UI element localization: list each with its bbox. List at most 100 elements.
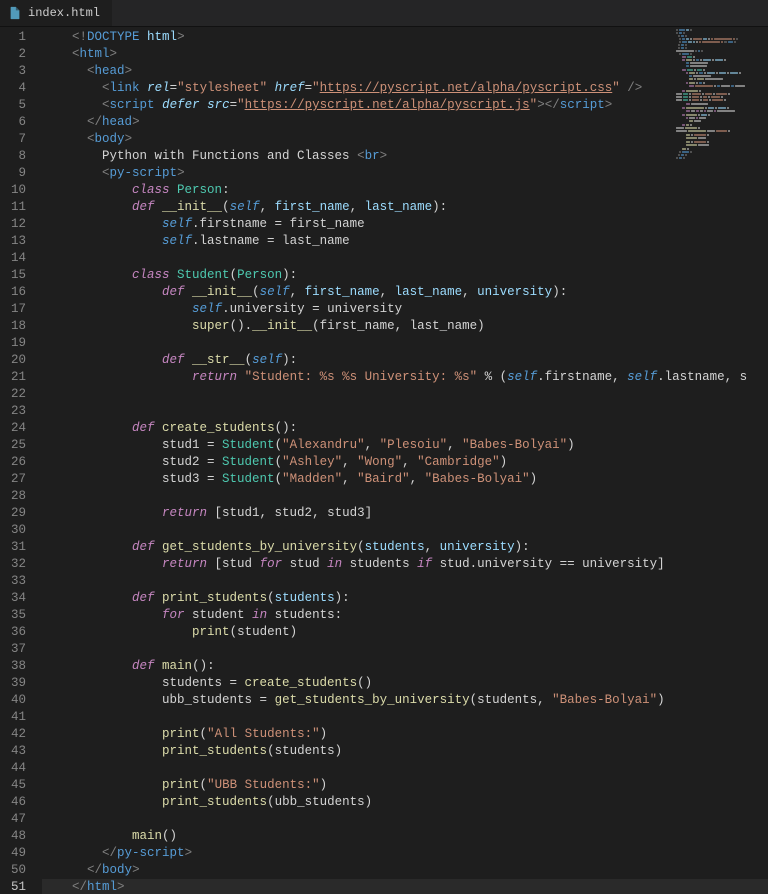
- line-number: 20: [0, 352, 36, 369]
- code-line[interactable]: <link rel="stylesheet" href="https://pys…: [42, 80, 768, 97]
- code-line[interactable]: <body>: [42, 131, 768, 148]
- line-number: 15: [0, 267, 36, 284]
- code-line[interactable]: print_students(students): [42, 743, 768, 760]
- line-number: 26: [0, 454, 36, 471]
- tab-index-html[interactable]: index.html: [0, 0, 112, 26]
- code-line[interactable]: self.lastname = last_name: [42, 233, 768, 250]
- line-number: 36: [0, 624, 36, 641]
- code-line[interactable]: <html>: [42, 46, 768, 63]
- line-number: 4: [0, 80, 36, 97]
- code-line[interactable]: [42, 522, 768, 539]
- line-number: 18: [0, 318, 36, 335]
- line-number: 12: [0, 216, 36, 233]
- code-line[interactable]: print("All Students:"): [42, 726, 768, 743]
- line-number: 45: [0, 777, 36, 794]
- code-line[interactable]: def main():: [42, 658, 768, 675]
- code-line[interactable]: [42, 811, 768, 828]
- code-line[interactable]: <head>: [42, 63, 768, 80]
- code-line[interactable]: </head>: [42, 114, 768, 131]
- code-line[interactable]: class Student(Person):: [42, 267, 768, 284]
- line-number: 39: [0, 675, 36, 692]
- line-number: 38: [0, 658, 36, 675]
- code-line[interactable]: [42, 488, 768, 505]
- line-number: 22: [0, 386, 36, 403]
- line-number: 6: [0, 114, 36, 131]
- code-line[interactable]: return [stud1, stud2, stud3]: [42, 505, 768, 522]
- code-line[interactable]: class Person:: [42, 182, 768, 199]
- code-line[interactable]: [42, 573, 768, 590]
- code-line[interactable]: stud1 = Student("Alexandru", "Plesoiu", …: [42, 437, 768, 454]
- code-line[interactable]: </html>: [42, 879, 768, 894]
- code-line[interactable]: def __str__(self):: [42, 352, 768, 369]
- code-line[interactable]: print("UBB Students:"): [42, 777, 768, 794]
- line-number: 30: [0, 522, 36, 539]
- line-number: 41: [0, 709, 36, 726]
- code-line[interactable]: def __init__(self, first_name, last_name…: [42, 199, 768, 216]
- code-line[interactable]: return [stud for stud in students if stu…: [42, 556, 768, 573]
- code-line[interactable]: stud3 = Student("Madden", "Baird", "Babe…: [42, 471, 768, 488]
- code-line[interactable]: for student in students:: [42, 607, 768, 624]
- line-number: 34: [0, 590, 36, 607]
- line-number: 27: [0, 471, 36, 488]
- line-number: 40: [0, 692, 36, 709]
- line-number: 9: [0, 165, 36, 182]
- code-line[interactable]: students = create_students(): [42, 675, 768, 692]
- line-number: 17: [0, 301, 36, 318]
- code-line[interactable]: print(student): [42, 624, 768, 641]
- line-number: 24: [0, 420, 36, 437]
- code-line[interactable]: print_students(ubb_students): [42, 794, 768, 811]
- code-line[interactable]: </body>: [42, 862, 768, 879]
- code-line[interactable]: self.university = university: [42, 301, 768, 318]
- code-line[interactable]: <py-script>: [42, 165, 768, 182]
- code-line[interactable]: [42, 641, 768, 658]
- code-line[interactable]: def __init__(self, first_name, last_name…: [42, 284, 768, 301]
- code-line[interactable]: [42, 760, 768, 777]
- code-line[interactable]: [42, 709, 768, 726]
- line-number: 49: [0, 845, 36, 862]
- code-line[interactable]: Python with Functions and Classes <br>: [42, 148, 768, 165]
- code-line[interactable]: stud2 = Student("Ashley", "Wong", "Cambr…: [42, 454, 768, 471]
- line-number: 2: [0, 46, 36, 63]
- tab-bar: index.html: [0, 0, 768, 27]
- line-number: 23: [0, 403, 36, 420]
- line-number: 19: [0, 335, 36, 352]
- code-line[interactable]: super().__init__(first_name, last_name): [42, 318, 768, 335]
- line-number: 51: [0, 879, 36, 894]
- code-line[interactable]: def create_students():: [42, 420, 768, 437]
- line-number: 10: [0, 182, 36, 199]
- line-number: 28: [0, 488, 36, 505]
- line-number: 46: [0, 794, 36, 811]
- line-number: 11: [0, 199, 36, 216]
- code-line[interactable]: def get_students_by_university(students,…: [42, 539, 768, 556]
- code-line[interactable]: <script defer src="https://pyscript.net/…: [42, 97, 768, 114]
- code-line[interactable]: [42, 250, 768, 267]
- code-line[interactable]: def print_students(students):: [42, 590, 768, 607]
- line-number: 16: [0, 284, 36, 301]
- code-line[interactable]: main(): [42, 828, 768, 845]
- tab-filename: index.html: [28, 6, 100, 20]
- line-number-gutter: 1234567891011121314151617181920212223242…: [0, 27, 36, 894]
- line-number: 13: [0, 233, 36, 250]
- line-number: 32: [0, 556, 36, 573]
- editor[interactable]: 1234567891011121314151617181920212223242…: [0, 27, 768, 894]
- line-number: 21: [0, 369, 36, 386]
- line-number: 14: [0, 250, 36, 267]
- line-number: 37: [0, 641, 36, 658]
- code-line[interactable]: self.firstname = first_name: [42, 216, 768, 233]
- code-line[interactable]: </py-script>: [42, 845, 768, 862]
- line-number: 35: [0, 607, 36, 624]
- line-number: 43: [0, 743, 36, 760]
- code-line[interactable]: [42, 403, 768, 420]
- line-number: 1: [0, 29, 36, 46]
- line-number: 3: [0, 63, 36, 80]
- code-line[interactable]: return "Student: %s %s University: %s" %…: [42, 369, 768, 386]
- file-icon: [8, 6, 22, 20]
- line-number: 42: [0, 726, 36, 743]
- code-line[interactable]: ubb_students = get_students_by_universit…: [42, 692, 768, 709]
- code-area[interactable]: <!DOCTYPE html> <html> <head> <link rel=…: [36, 27, 768, 894]
- code-line[interactable]: [42, 335, 768, 352]
- code-line[interactable]: <!DOCTYPE html>: [42, 29, 768, 46]
- code-line[interactable]: [42, 386, 768, 403]
- line-number: 25: [0, 437, 36, 454]
- line-number: 48: [0, 828, 36, 845]
